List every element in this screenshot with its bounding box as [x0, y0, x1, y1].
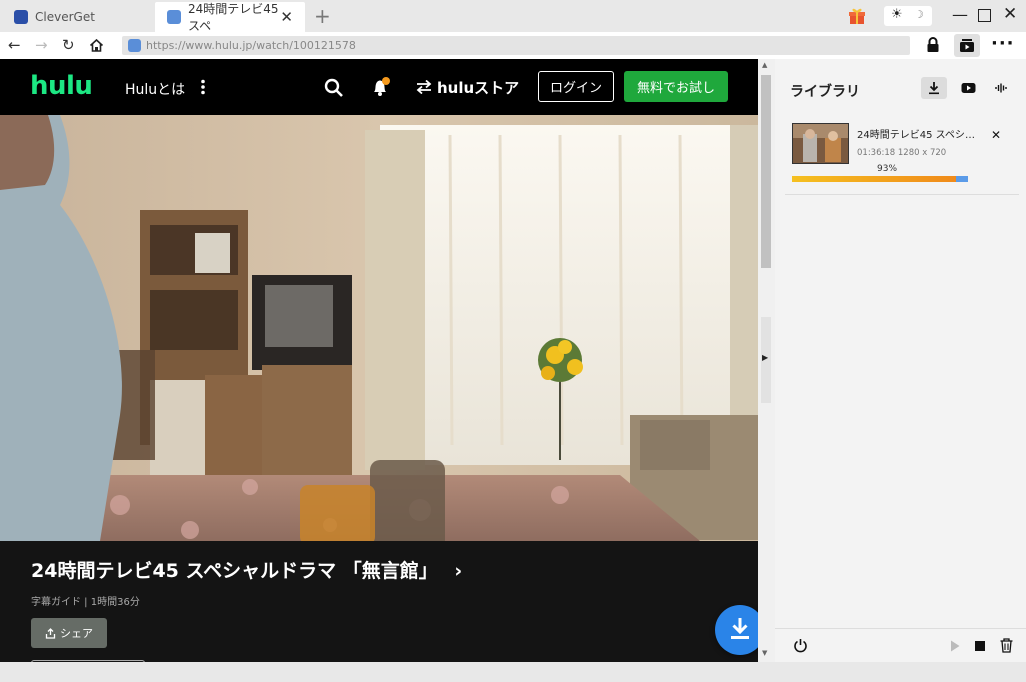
hulu-store-link[interactable]: huluストア [437, 77, 519, 98]
reload-icon[interactable]: ↻ [62, 36, 75, 54]
lock-icon[interactable] [926, 37, 940, 53]
bell-icon[interactable] [370, 76, 392, 98]
search-icon[interactable] [324, 78, 344, 98]
trash-icon[interactable] [1000, 638, 1013, 653]
sun-icon: ☀ [891, 7, 903, 22]
show-title[interactable]: 24時間テレビ45 スペシャルドラマ 「無言館」 › [31, 556, 462, 583]
progress-fill [792, 176, 956, 182]
share-label: シェア [60, 627, 93, 640]
vertical-scrollbar[interactable]: ▲ ▶ ▼ [758, 59, 775, 662]
url-field[interactable]: https://www.hulu.jp/watch/100121578 [122, 36, 910, 55]
share-icon [45, 627, 56, 639]
cleverget-icon [14, 10, 28, 24]
tab-hulu[interactable]: 24時間テレビ45スペ ✕ [155, 2, 305, 33]
more-icon[interactable]: ··· [991, 33, 1015, 54]
library-panel: ライブラリ 24時間テレビ45 スペシャ ✕ 01:36:18 1280 x 7… [775, 59, 1026, 662]
item-title: 24時間テレビ45 スペシャルドラマ「無言館」 [857, 130, 979, 141]
tab-bar: CleverGet 24時間テレビ45スペ ✕ + ☀ ☽ — ✕ [0, 0, 1026, 33]
url-text: https://www.hulu.jp/watch/100121578 [146, 39, 356, 52]
home-icon[interactable] [89, 38, 104, 53]
web-view: hulu Huluとは huluストア ログイン 無料でお試し 24時間テレビ4… [0, 59, 758, 662]
download-icon [731, 618, 749, 639]
page-icon [167, 10, 181, 24]
video-thumbnail [792, 123, 849, 164]
scene-illustration [0, 115, 758, 541]
thumbnail-image [793, 124, 848, 163]
theme-toggle[interactable]: ☀ ☽ [884, 6, 932, 26]
tab-label: CleverGet [35, 10, 95, 24]
free-trial-button[interactable]: 無料でお試し [624, 71, 728, 102]
progress-percent: 93% [877, 164, 898, 174]
login-button[interactable]: ログイン [538, 71, 614, 102]
stop-icon[interactable] [975, 641, 985, 651]
tab-videos[interactable] [955, 77, 981, 99]
switch-icon [416, 80, 432, 94]
close-window-icon[interactable]: ✕ [1003, 4, 1017, 24]
page-icon [128, 39, 141, 52]
close-item-icon[interactable]: ✕ [991, 128, 1001, 142]
download-icon [929, 82, 939, 95]
show-meta: 字幕ガイド | 1時間36分 [31, 597, 140, 608]
hulu-header: hulu Huluとは huluストア ログイン 無料でお試し [0, 59, 758, 115]
maximize-icon[interactable] [978, 9, 991, 22]
video-library-icon [960, 39, 974, 52]
video-icon [961, 83, 975, 93]
audio-wave-icon [995, 83, 1007, 93]
scroll-up-icon[interactable]: ▲ [762, 61, 767, 69]
tab-label: 24時間テレビ45スペ [188, 2, 279, 33]
new-tab-icon[interactable]: + [314, 4, 331, 28]
show-info: 24時間テレビ45 スペシャルドラマ 「無言館」 › 字幕ガイド | 1時間36… [0, 541, 758, 662]
item-meta: 01:36:18 1280 x 720 [857, 148, 947, 158]
forward-icon[interactable]: → [35, 36, 48, 54]
chevron-right-icon: › [454, 560, 463, 582]
close-tab-icon[interactable]: ✕ [280, 8, 293, 26]
about-hulu-link[interactable]: Huluとは [125, 79, 185, 99]
hero-image [0, 115, 758, 541]
back-icon[interactable]: ← [8, 36, 21, 54]
gift-icon[interactable] [848, 7, 866, 25]
share-button[interactable]: シェア [31, 618, 107, 648]
moon-icon: ☽ [914, 8, 924, 21]
panel-collapse-handle[interactable]: ▶ [761, 317, 771, 403]
hulu-logo[interactable]: hulu [30, 71, 93, 101]
play-icon[interactable] [950, 640, 960, 652]
progress-bar [792, 176, 968, 182]
panel-title: ライブラリ [790, 84, 860, 100]
power-icon[interactable] [793, 638, 808, 653]
tab-downloads[interactable] [921, 77, 947, 99]
kebab-menu-icon[interactable] [200, 79, 206, 95]
expand-arrow-icon: ▶ [762, 353, 769, 362]
show-title-text: 24時間テレビ45 スペシャルドラマ 「無言館」 [31, 560, 438, 582]
tab-cleverget[interactable]: CleverGet [0, 2, 153, 32]
library-toggle-button[interactable] [954, 34, 980, 57]
download-item[interactable]: 24時間テレビ45 スペシャルドラマ「無言館」 ✕ 01:36:18 1280 … [785, 116, 1019, 195]
panel-footer [775, 628, 1026, 662]
minimize-icon[interactable]: — [952, 5, 968, 24]
scrollbar-thumb[interactable] [761, 75, 771, 268]
address-bar: ← → ↻ https://www.hulu.jp/watch/10012157… [0, 32, 1026, 59]
scroll-down-icon[interactable]: ▼ [762, 649, 767, 657]
status-bar [0, 662, 1026, 682]
tab-audio[interactable] [988, 77, 1014, 99]
